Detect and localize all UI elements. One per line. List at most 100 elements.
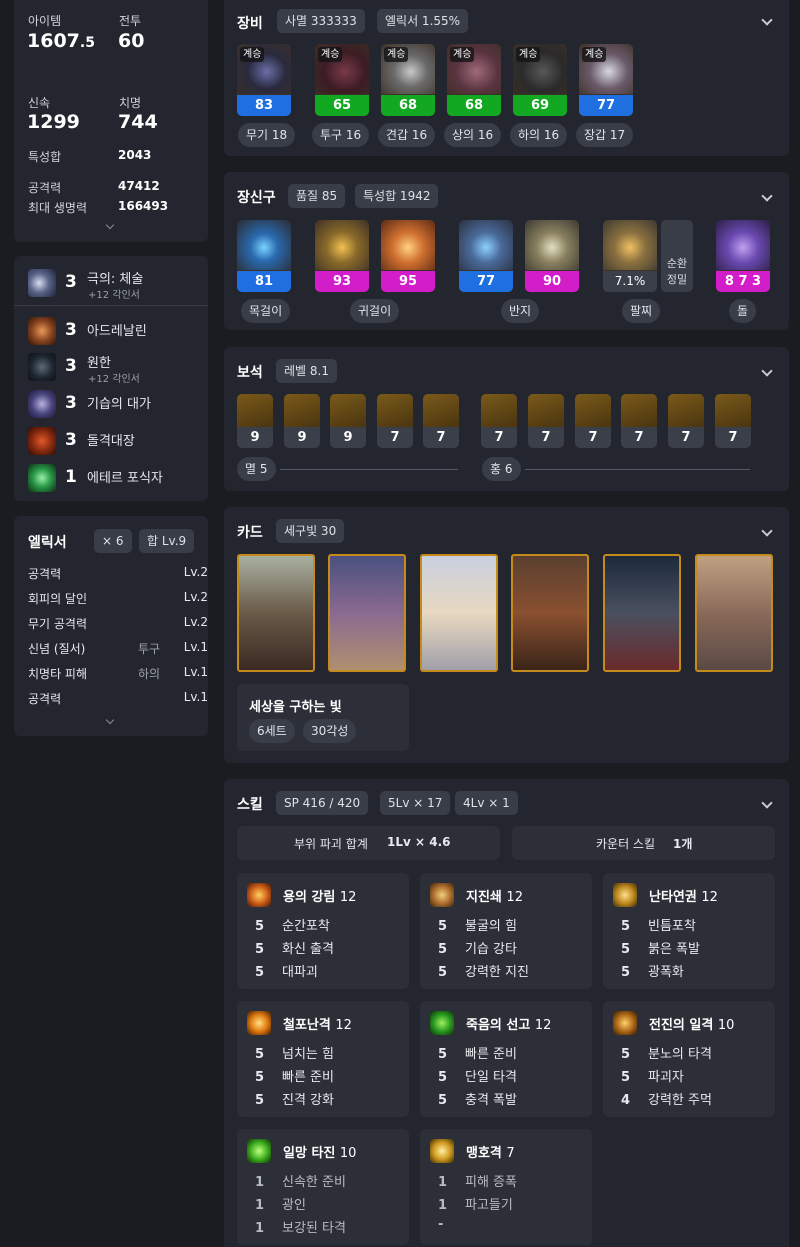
skills-collapse-chevron-icon[interactable] (761, 797, 773, 809)
gems-collapse-chevron-icon[interactable] (761, 365, 773, 377)
skill-card[interactable]: 맹호격 7 1 피해 증폭 1 파고들기 - (420, 1129, 592, 1245)
gem-annihilation[interactable]: 9 (284, 394, 320, 448)
card-5[interactable] (603, 554, 681, 672)
gem-crimson-flame[interactable]: 7 (621, 394, 657, 448)
engraving-row[interactable]: 3 아드레날린 (28, 314, 210, 350)
tripod-level: 1 (438, 1175, 448, 1190)
skill-card[interactable]: 지진쇄 12 5 불굴의 힘 5 기습 강타 5 강력한 지진 (420, 873, 592, 989)
elixir-title: 엘릭서 (28, 535, 67, 551)
accessory-stone[interactable]: 8 7 3 (716, 220, 770, 292)
tripod-level: 5 (438, 942, 448, 957)
card-6[interactable] (695, 554, 773, 672)
equipment-pants[interactable]: 계승 69 (513, 44, 567, 116)
accessory-ring-1[interactable]: 77 (459, 220, 513, 292)
engraving-level: 3 (65, 393, 77, 413)
tripod-level: 1 (255, 1221, 265, 1236)
skill-level: 12 (534, 1018, 552, 1033)
skill-card[interactable]: 용의 강림 12 5 순간포착 5 화신 출격 5 대파괴 (237, 873, 409, 989)
gem-crimson-flame[interactable]: 7 (715, 394, 751, 448)
skill-card[interactable]: 난타연권 12 5 빈틈포착 5 붉은 폭발 5 광폭화 (603, 873, 775, 989)
cards-panel: 카드 세구빛 30 세상을 구하는 빛 6세트 30각성 (224, 507, 789, 763)
engraving-name: 원한 (87, 356, 111, 371)
gems-title: 보석 (237, 365, 263, 381)
accessories-collapse-chevron-icon[interactable] (761, 190, 773, 202)
tripod-name: 신속한 준비 (282, 1175, 346, 1190)
gem-icon (423, 394, 459, 427)
item-quality: 7.1% (603, 271, 657, 292)
gem-crimson-flame[interactable]: 7 (528, 394, 564, 448)
gem-group-divider (525, 469, 750, 470)
tripod-name: 단일 타격 (465, 1070, 517, 1085)
cards-collapse-chevron-icon[interactable] (761, 525, 773, 537)
skill-name: 지진쇄 12 (466, 886, 523, 905)
equipment-weapon[interactable]: 계승 83 (237, 44, 291, 116)
accessories-spec-chip: 특성합 1942 (355, 184, 439, 208)
item-quality: 81 (237, 271, 291, 292)
card-2[interactable] (328, 554, 406, 672)
skill-card[interactable]: 철포난격 12 5 넘치는 힘 5 빠른 준비 5 진격 강화 (237, 1001, 409, 1117)
elixir-row: 치명타 피해 하의 Lv.1 (28, 665, 208, 685)
accessory-label: 돌 (729, 299, 757, 323)
stats-expand-chevron-icon[interactable] (105, 220, 115, 230)
equipment-helmet[interactable]: 계승 65 (315, 44, 369, 116)
tripod-level: 5 (255, 1093, 265, 1108)
engraving-ambush-icon (28, 390, 56, 418)
accessory-label: 반지 (501, 299, 540, 323)
engraving-row[interactable]: 3 돌격대장 (28, 424, 210, 460)
inherit-tag: 계승 (450, 47, 475, 62)
gem-level: 7 (681, 430, 691, 445)
skill-name: 죽음의 선고 12 (466, 1014, 551, 1033)
equipment-chest[interactable]: 계승 68 (447, 44, 501, 116)
skills-lv4-chip: 4Lv × 1 (455, 791, 518, 815)
engraving-row[interactable]: 1 에테르 포식자 (28, 461, 210, 497)
engraving-row[interactable]: 3 원한 +12 각인서 (28, 350, 210, 386)
accessory-ring-2[interactable]: 90 (525, 220, 579, 292)
accessory-earring-2[interactable]: 95 (381, 220, 435, 292)
item-quality: 90 (525, 271, 579, 292)
equipment-shoulder[interactable]: 계승 68 (381, 44, 435, 116)
card-4[interactable] (511, 554, 589, 672)
card-1[interactable] (237, 554, 315, 672)
spec-total-value: 2043 (118, 148, 152, 162)
gem-crimson-flame[interactable]: 7 (481, 394, 517, 448)
accessory-bracelet[interactable]: 7.1% (603, 220, 657, 292)
accessory-necklace[interactable]: 81 (237, 220, 291, 292)
gem-level: 7 (436, 430, 446, 445)
tripod-name: 광인 (282, 1198, 306, 1213)
card-3[interactable] (420, 554, 498, 672)
ring-icon (525, 220, 579, 270)
equipment-label: 투구 16 (312, 123, 370, 147)
accessory-earring-1[interactable]: 93 (315, 220, 369, 292)
engraving-row[interactable]: 3 기습의 대가 (28, 387, 210, 423)
skill-card[interactable]: 전진의 일격 10 5 분노의 타격 5 파괴자 4 강력한 주먹 (603, 1001, 775, 1117)
tripod-name: 보강된 타격 (282, 1221, 346, 1236)
skill-card[interactable]: 죽음의 선고 12 5 빠른 준비 5 단일 타격 5 충격 폭발 (420, 1001, 592, 1117)
elixir-name: 공격력 (28, 692, 62, 706)
skill-card[interactable]: 일망 타진 10 1 신속한 준비 1 광인 1 보강된 타격 (237, 1129, 409, 1245)
gem-annihilation[interactable]: 7 (377, 394, 413, 448)
engraving-row[interactable]: 3 극의: 체술 +12 각인서 (28, 266, 210, 302)
equipment-gloves[interactable]: 계승 77 (579, 44, 633, 116)
tripod-name: 대파괴 (282, 965, 318, 980)
gem-annihilation[interactable]: 9 (237, 394, 273, 448)
tripod-row: 1 광인 (255, 1194, 306, 1213)
gem-crimson-flame[interactable]: 7 (668, 394, 704, 448)
item-quality: 68 (447, 95, 501, 116)
tripod-level: 5 (621, 942, 631, 957)
earthquake-chain-icon (430, 883, 454, 907)
engraving-name: 아드레날린 (87, 324, 147, 339)
gem-level: 9 (343, 430, 353, 445)
gem-crimson-flame[interactable]: 7 (575, 394, 611, 448)
gem-annihilation[interactable]: 9 (330, 394, 366, 448)
counter-value: 1개 (673, 837, 693, 851)
card-set-awakening: 30각성 (303, 719, 357, 743)
ring-icon (459, 220, 513, 270)
elixir-expand-chevron-icon[interactable] (105, 715, 115, 725)
tripod-level: 5 (255, 965, 265, 980)
tripod-row: 5 빠른 준비 (255, 1066, 334, 1085)
skill-name: 난타연권 12 (649, 886, 718, 905)
counter-label: 카운터 스킬 (596, 837, 656, 851)
gem-annihilation[interactable]: 7 (423, 394, 459, 448)
skill-name: 전진의 일격 10 (649, 1014, 734, 1033)
equipment-collapse-chevron-icon[interactable] (761, 14, 773, 26)
